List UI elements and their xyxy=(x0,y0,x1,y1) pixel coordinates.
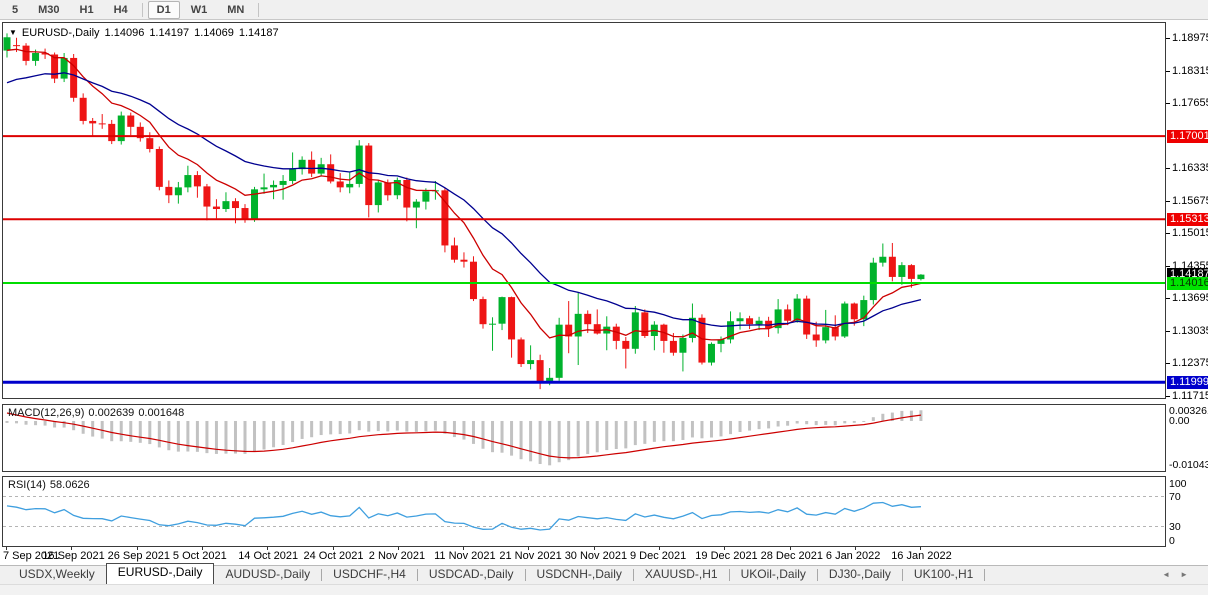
chart-tab-eurusd-daily[interactable]: EURUSD-,Daily xyxy=(106,563,215,584)
date-label: 28 Dec 2021 xyxy=(761,550,823,562)
date-label: 19 Dec 2021 xyxy=(695,550,757,562)
tab-scroll-left-icon[interactable]: ◄ xyxy=(1162,570,1180,579)
rsi-axis-label: 70 xyxy=(1169,491,1181,503)
timeframe-button-d1[interactable]: D1 xyxy=(148,1,180,19)
axis-tick-mark xyxy=(1166,38,1170,39)
horizontal-lines-layer xyxy=(3,136,1165,382)
chart-tab-uk100-h1[interactable]: UK100-,H1 xyxy=(903,566,984,584)
price-badge-1.11999: 1.11999 xyxy=(1167,376,1208,389)
price-tick-label: 1.13695 xyxy=(1166,292,1208,305)
axis-tick-mark xyxy=(1166,331,1170,332)
rsi-axis-label: 0 xyxy=(1169,535,1175,547)
macd-signal-value: 0.001648 xyxy=(138,407,184,419)
price-tick-label: 1.11715 xyxy=(1166,390,1208,403)
macd-name: MACD(12,26,9) xyxy=(8,407,84,419)
date-label: 6 Jan 2022 xyxy=(826,550,880,562)
chart-tab-ukoil-daily[interactable]: UKOil-,Daily xyxy=(730,566,817,584)
axis-tick-mark xyxy=(1166,201,1170,202)
candles-layer xyxy=(4,33,925,389)
price-tick-label: 1.15015 xyxy=(1166,227,1208,240)
chart-tab-usdx-weekly[interactable]: USDX,Weekly xyxy=(8,566,106,584)
toolbar-separator xyxy=(258,3,259,17)
ma-slow-line xyxy=(7,73,921,326)
price-badge-1.14016: 1.14016 xyxy=(1167,277,1208,290)
date-label: 2 Nov 2021 xyxy=(369,550,425,562)
price-chart-pane[interactable]: ▼ EURUSD-,Daily 1.14096 1.14197 1.14069 1.141… xyxy=(2,22,1166,399)
price-badge-1.15313: 1.15313 xyxy=(1167,213,1208,226)
ohlc-high: 1.14197 xyxy=(149,27,189,39)
tab-scroll-right-icon[interactable]: ► xyxy=(1180,570,1198,579)
axis-tick-mark xyxy=(1166,396,1170,397)
chart-tab-usdcad-daily[interactable]: USDCAD-,Daily xyxy=(418,566,525,584)
macd-axis-label: -0.010436 xyxy=(1169,459,1208,471)
macd-axis-label: 0.00 xyxy=(1169,415,1189,427)
rsi-line xyxy=(7,503,921,531)
axis-tick-mark xyxy=(1166,103,1170,104)
toolbar-separator xyxy=(142,3,143,17)
chart-tab-audusd-daily[interactable]: AUDUSD-,Daily xyxy=(214,566,321,584)
rsi-value: 58.0626 xyxy=(50,479,90,491)
date-label: 9 Dec 2021 xyxy=(630,550,686,562)
tab-separator xyxy=(984,569,985,581)
rsi-name: RSI(14) xyxy=(8,479,46,491)
timeframe-button-m30[interactable]: M30 xyxy=(29,1,68,19)
date-label: 11 Nov 2021 xyxy=(434,550,496,562)
price-tick-label: 1.15675 xyxy=(1166,195,1208,208)
chart-tab-usdchf-h4[interactable]: USDCHF-,H4 xyxy=(322,566,417,584)
ohlc-open: 1.14096 xyxy=(105,27,145,39)
tab-scroll-arrows: ◄► xyxy=(1162,570,1198,579)
timeframe-button-h1[interactable]: H1 xyxy=(71,1,103,19)
rsi-pane[interactable]: RSI(14) 58.0626 xyxy=(2,476,1166,547)
axis-tick-mark xyxy=(1166,168,1170,169)
trading-terminal-window: { "toolbar": { "timeframes": ["5","M30",… xyxy=(0,0,1208,594)
rsi-canvas[interactable] xyxy=(3,477,1165,546)
timeframe-toolbar: 5M30H1H4 D1W1MN xyxy=(0,0,1208,20)
axis-tick-mark xyxy=(1166,266,1170,267)
date-label: 16 Sep 2021 xyxy=(42,550,104,562)
axis-tick-mark xyxy=(1166,233,1170,234)
chart-tab-usdcnh-daily[interactable]: USDCNH-,Daily xyxy=(526,566,633,584)
macd-main-value: 0.002639 xyxy=(88,407,134,419)
chart-tab-dj30-daily[interactable]: DJ30-,Daily xyxy=(818,566,902,584)
moving-averages-layer xyxy=(7,49,921,340)
axis-tick-mark xyxy=(1166,363,1170,364)
ohlc-low: 1.14069 xyxy=(194,27,234,39)
timeframe-button-h4[interactable]: H4 xyxy=(105,1,137,19)
ohlc-close: 1.14187 xyxy=(239,27,279,39)
date-axis[interactable]: 7 Sep 202116 Sep 202126 Sep 20215 Oct 20… xyxy=(2,547,1166,564)
chart-tab-bar: USDX,WeeklyEURUSD-,DailyAUDUSD-,DailyUSD… xyxy=(0,565,1208,584)
price-tick-label: 1.18975 xyxy=(1166,32,1208,45)
rsi-axis-label: 100 xyxy=(1169,478,1187,490)
date-label: 16 Jan 2022 xyxy=(891,550,952,562)
date-label: 24 Oct 2021 xyxy=(304,550,364,562)
price-tick-label: 1.13035 xyxy=(1166,325,1208,338)
price-tick-label: 1.12375 xyxy=(1166,357,1208,370)
price-badge-1.17001: 1.17001 xyxy=(1167,130,1208,143)
date-label: 5 Oct 2021 xyxy=(173,550,227,562)
date-label: 26 Sep 2021 xyxy=(108,550,170,562)
macd-label: MACD(12,26,9) 0.002639 0.001648 xyxy=(8,407,188,419)
chart-header: ▼ EURUSD-,Daily 1.14096 1.14197 1.14069 1.141… xyxy=(9,27,284,39)
rsi-axis-label: 30 xyxy=(1169,521,1181,533)
price-chart-canvas[interactable] xyxy=(3,23,1165,398)
symbol-dropdown-icon[interactable]: ▼ xyxy=(9,28,17,37)
price-tick-label: 1.16335 xyxy=(1166,162,1208,175)
price-tick-label: 1.17655 xyxy=(1166,97,1208,110)
axis-tick-mark xyxy=(1166,71,1170,72)
timeframe-button-5[interactable]: 5 xyxy=(3,1,27,19)
chart-tab-xauusd-h1[interactable]: XAUUSD-,H1 xyxy=(634,566,729,584)
status-strip xyxy=(0,584,1208,595)
timeframe-button-mn[interactable]: MN xyxy=(218,1,253,19)
axis-tick-mark xyxy=(1166,298,1170,299)
timeframe-button-w1[interactable]: W1 xyxy=(182,1,217,19)
date-label: 21 Nov 2021 xyxy=(499,550,561,562)
ma-fast-line xyxy=(7,49,921,340)
macd-pane[interactable]: MACD(12,26,9) 0.002639 0.001648 xyxy=(2,404,1166,472)
rsi-label: RSI(14) 58.0626 xyxy=(8,479,94,491)
price-tick-label: 1.18315 xyxy=(1166,65,1208,78)
date-label: 14 Oct 2021 xyxy=(238,550,298,562)
chart-symbol-label: EURUSD-,Daily xyxy=(22,27,100,39)
price-axis[interactable]: 1.18975 1.18315 1.17655 1.16335 1.15675 1.150… xyxy=(1166,0,1208,564)
date-label: 30 Nov 2021 xyxy=(565,550,627,562)
